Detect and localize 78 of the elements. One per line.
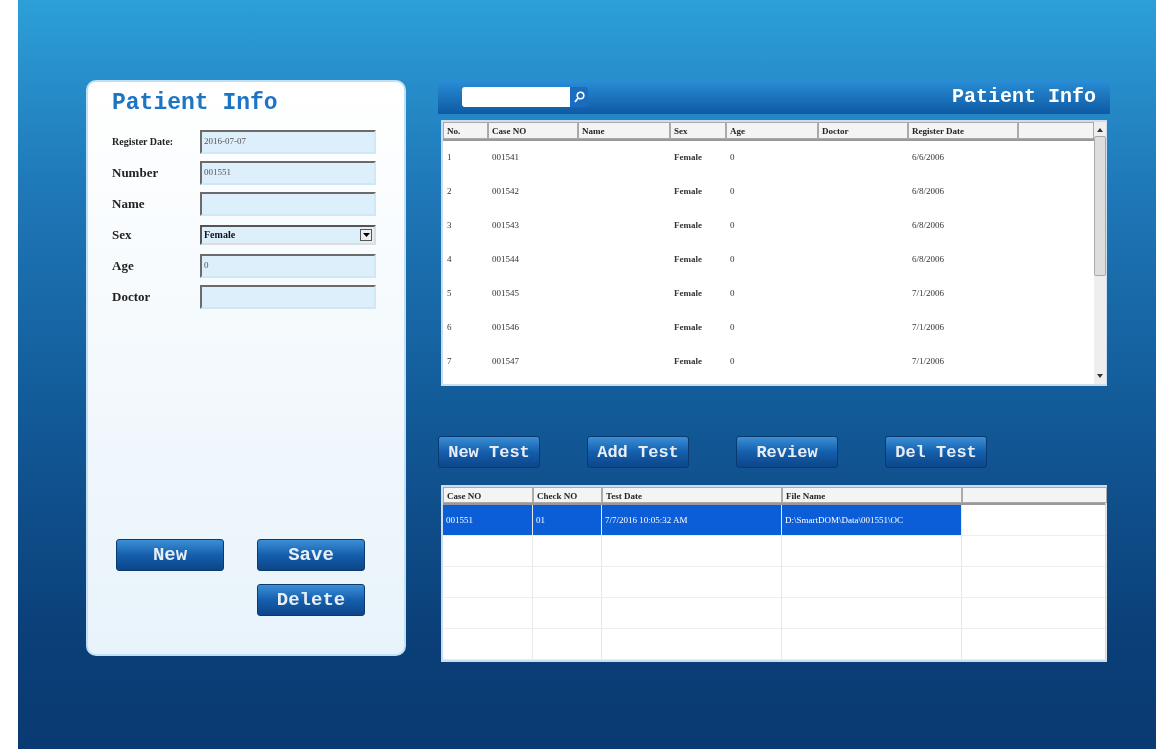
column-header[interactable]: Sex — [670, 122, 726, 139]
table-cell-text: 5 — [446, 287, 453, 301]
column-header[interactable]: Case NO — [488, 122, 578, 139]
column-header[interactable]: Test Date — [602, 487, 782, 503]
form-button[interactable]: Save — [257, 539, 365, 571]
column-header[interactable]: Age — [726, 122, 818, 139]
table-cell[interactable]: 01 — [533, 505, 602, 535]
field-label: Age — [112, 256, 135, 275]
table-cell-text: 1 — [446, 151, 453, 165]
table-cell-text: 7/1/2006 — [911, 287, 945, 301]
table-cell-text: 6/6/2006 — [911, 151, 945, 165]
field-label: Number — [112, 163, 160, 182]
table-cell-text: 001544 — [491, 253, 520, 267]
table-cell-text: 6 — [446, 321, 453, 335]
table-cell-text: 001542 — [491, 185, 520, 199]
table-cell-text: Female — [673, 321, 703, 335]
dropdown-arrow-icon — [362, 232, 370, 237]
field-label: Sex — [112, 225, 133, 244]
table-cell-text: 0 — [729, 253, 736, 267]
input-field[interactable]: 001551 — [200, 160, 376, 185]
field-label: Doctor — [112, 287, 152, 306]
table-cell-text: 3 — [446, 219, 453, 233]
table-cell-text: 2 — [446, 185, 453, 199]
table-cell[interactable]: D:\SmartDOM\Data\001551\OC — [782, 505, 962, 535]
test-button[interactable]: New Test — [438, 436, 540, 468]
field-label: Name — [112, 194, 146, 213]
search-button[interactable] — [570, 87, 588, 107]
table-cell-text: Female — [673, 253, 703, 267]
column-header[interactable]: Name — [578, 122, 670, 139]
column-header[interactable]: Doctor — [818, 122, 908, 139]
table-cell-text: 001546 — [491, 321, 520, 335]
table-cell-text: 001547 — [491, 355, 520, 369]
scroll-down-arrow-icon[interactable] — [1097, 374, 1103, 378]
form-button[interactable]: New — [116, 539, 224, 571]
table-cell-text: Female — [673, 219, 703, 233]
table-cell-text: 0 — [729, 321, 736, 335]
table-cell-text: 0 — [729, 355, 736, 369]
panel-title: Patient Info — [112, 89, 279, 118]
table-cell-text: 0 — [729, 151, 736, 165]
test-button[interactable]: Del Test — [885, 436, 987, 468]
input-field[interactable] — [200, 191, 376, 216]
column-header[interactable]: File Name — [782, 487, 962, 503]
form-button[interactable]: Delete — [257, 584, 365, 616]
field-label: Register Date: — [112, 135, 175, 149]
table-cell-text: 6/8/2006 — [911, 253, 945, 267]
test-button[interactable]: Review — [736, 436, 838, 468]
table-cell-text: 0 — [729, 287, 736, 301]
input-field[interactable]: 0 — [200, 253, 376, 278]
table-cell[interactable]: 7/7/2016 10:05:32 AM — [602, 505, 782, 535]
table-cell-text: Female — [673, 151, 703, 165]
search-icon — [573, 91, 585, 103]
table-cell[interactable]: 001551 — [443, 505, 533, 535]
table-cell-text: Female — [673, 287, 703, 301]
input-field[interactable] — [200, 284, 376, 309]
input-field[interactable]: 2016-07-07 — [200, 129, 376, 154]
table-cell-text: 6/8/2006 — [911, 185, 945, 199]
list-title: Patient Info — [951, 84, 1096, 110]
table-cell-text: 001545 — [491, 287, 520, 301]
sex-select[interactable]: Female — [200, 224, 376, 245]
table-cell-text: Female — [673, 355, 703, 369]
table-cell-text: 4 — [446, 253, 453, 267]
table-cell-text: 001541 — [491, 151, 520, 165]
table-cell-text: 0 — [729, 219, 736, 233]
column-header[interactable]: Case NO — [443, 487, 533, 503]
table-cell-text: 001543 — [491, 219, 520, 233]
scrollbar[interactable] — [1094, 122, 1106, 384]
column-header[interactable]: Register Date — [908, 122, 1018, 139]
table-cell-text: Female — [673, 185, 703, 199]
table-cell-text: 7/1/2006 — [911, 355, 945, 369]
table-cell-text: 0 — [729, 185, 736, 199]
test-button[interactable]: Add Test — [587, 436, 689, 468]
search-field[interactable] — [462, 87, 570, 107]
column-header[interactable]: No. — [443, 122, 488, 139]
table-cell-text: 7/1/2006 — [911, 321, 945, 335]
table-cell-text: 6/8/2006 — [911, 219, 945, 233]
table-cell-text: 7 — [446, 355, 453, 369]
scroll-up-arrow-icon[interactable] — [1097, 128, 1103, 132]
column-header[interactable]: Check NO — [533, 487, 602, 503]
